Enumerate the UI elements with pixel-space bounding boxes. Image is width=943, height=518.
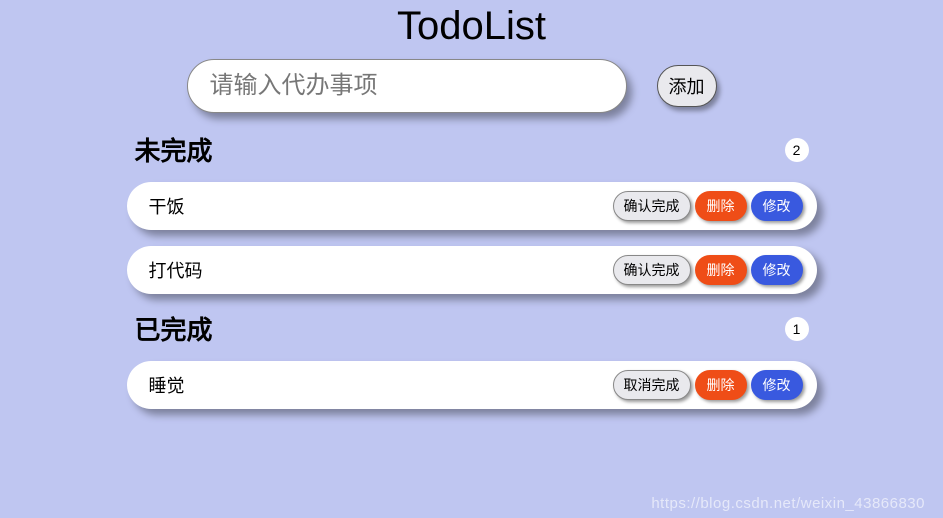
item-text: 打代码	[149, 257, 203, 283]
item-text: 干饭	[149, 193, 185, 219]
incomplete-title: 未完成	[135, 131, 213, 168]
input-row: 添加	[127, 59, 817, 113]
undo-done-button[interactable]: 取消完成	[613, 370, 691, 400]
delete-button[interactable]: 删除	[695, 370, 747, 400]
confirm-done-button[interactable]: 确认完成	[613, 191, 691, 221]
list-item: 干饭 确认完成 删除 修改	[127, 182, 817, 230]
button-group: 取消完成 删除 修改	[613, 370, 803, 400]
complete-title: 已完成	[135, 310, 213, 347]
delete-button[interactable]: 删除	[695, 255, 747, 285]
todo-input[interactable]	[187, 59, 627, 113]
edit-button[interactable]: 修改	[751, 370, 803, 400]
complete-count: 1	[785, 317, 809, 341]
confirm-done-button[interactable]: 确认完成	[613, 255, 691, 285]
button-group: 确认完成 删除 修改	[613, 255, 803, 285]
list-item: 睡觉 取消完成 删除 修改	[127, 361, 817, 409]
complete-header: 已完成 1	[127, 310, 817, 347]
button-group: 确认完成 删除 修改	[613, 191, 803, 221]
page-title: TodoList	[127, 0, 817, 59]
edit-button[interactable]: 修改	[751, 191, 803, 221]
incomplete-count: 2	[785, 138, 809, 162]
watermark: https://blog.csdn.net/weixin_43866830	[651, 495, 925, 512]
item-text: 睡觉	[149, 372, 185, 398]
add-button[interactable]: 添加	[657, 65, 717, 107]
edit-button[interactable]: 修改	[751, 255, 803, 285]
delete-button[interactable]: 删除	[695, 191, 747, 221]
list-item: 打代码 确认完成 删除 修改	[127, 246, 817, 294]
incomplete-header: 未完成 2	[127, 131, 817, 168]
